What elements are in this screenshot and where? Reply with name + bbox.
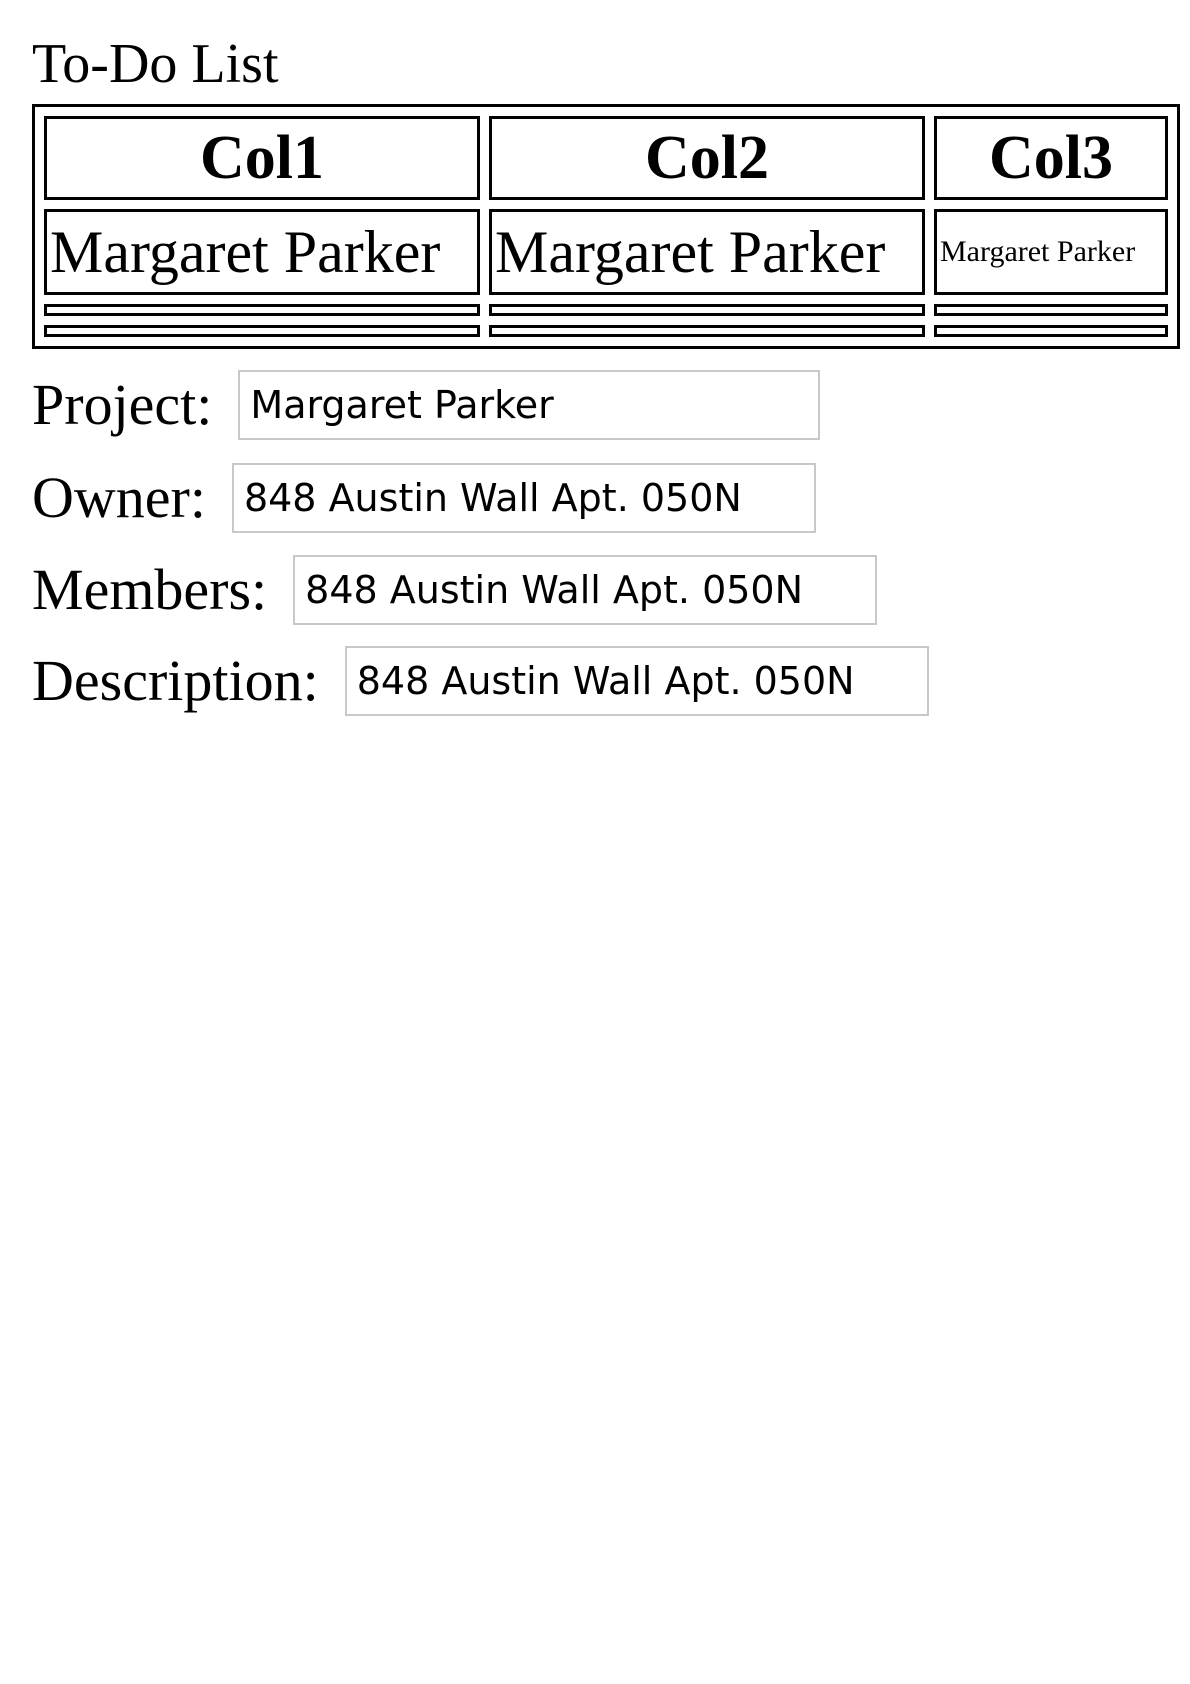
table-cell-empty	[934, 325, 1168, 337]
column-header: Col3	[934, 116, 1168, 200]
description-label: Description:	[32, 648, 319, 713]
table-cell-empty	[44, 304, 480, 316]
column-header: Col1	[44, 116, 480, 200]
table-header-row: Col1 Col2 Col3	[44, 116, 1168, 200]
column-header: Col2	[489, 116, 925, 200]
table-row: Margaret Parker Margaret Parker Margaret…	[44, 209, 1168, 295]
members-label: Members:	[32, 557, 268, 622]
todo-table: Col1 Col2 Col3 Margaret Parker Margaret …	[32, 104, 1180, 349]
owner-field-row: Owner:	[32, 461, 816, 535]
table-row-empty	[44, 325, 1168, 337]
table-cell-empty	[934, 304, 1168, 316]
table-row-empty	[44, 304, 1168, 316]
members-field-row: Members:	[32, 553, 878, 627]
table-cell: Margaret Parker	[934, 209, 1168, 295]
members-input[interactable]	[293, 555, 878, 625]
description-input[interactable]	[344, 646, 929, 716]
table-cell-empty	[489, 304, 925, 316]
owner-label: Owner:	[32, 465, 206, 530]
project-field-row: Project:	[32, 368, 821, 442]
table-cell-empty	[489, 325, 925, 337]
page-title: To-Do List	[32, 33, 279, 95]
project-input[interactable]	[238, 370, 821, 440]
table-cell-empty	[44, 325, 480, 337]
table-cell: Margaret Parker	[44, 209, 480, 295]
description-field-row: Description:	[32, 644, 929, 718]
table-cell: Margaret Parker	[489, 209, 925, 295]
project-label: Project:	[32, 372, 213, 437]
owner-input[interactable]	[231, 463, 816, 533]
